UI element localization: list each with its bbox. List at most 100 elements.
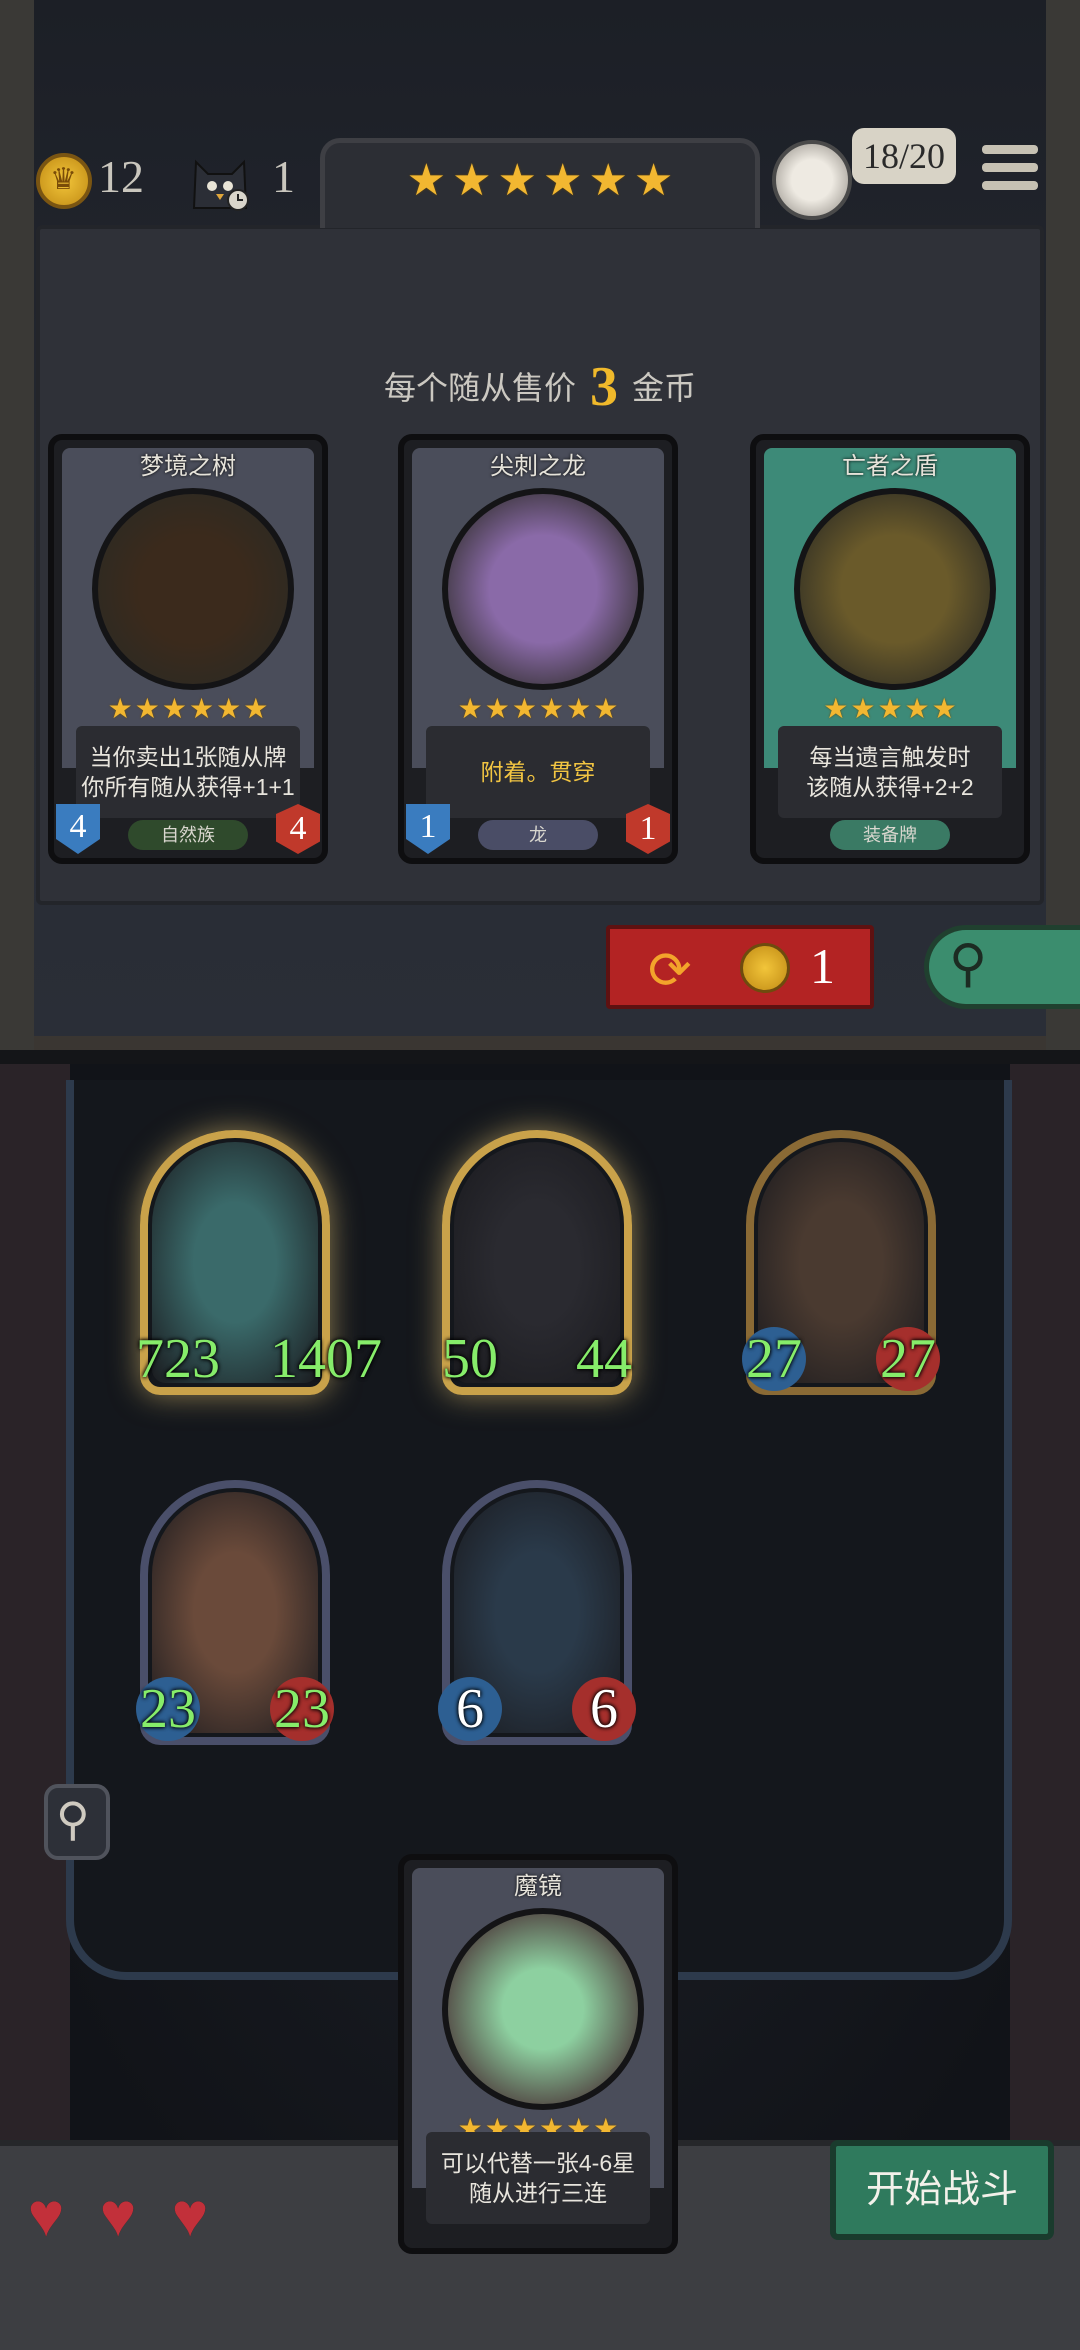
board-minion[interactable]: 50 44 [442,1130,632,1395]
card-name: 亡者之盾 [842,453,938,480]
card-tribe: 装备牌 [830,820,950,850]
card-tribe: 自然族 [128,820,248,850]
board-minion[interactable]: 66 [438,1480,636,1745]
card-health: 1 [626,804,670,854]
star-icon: ★ [593,693,619,724]
refresh-cost: 1 [810,938,835,994]
desc-line: 每当遗言触发时 [809,744,971,770]
board-search-button[interactable]: ⚲ [44,1784,110,1860]
card-stars: ★★★★★ [756,692,1024,725]
board-right-wall [1010,1064,1080,2294]
shop-search-button[interactable]: ⚲ [924,925,1080,1009]
left-rail [0,0,34,1050]
star-icon: ★ [452,156,492,205]
star-icon: ★ [877,693,903,724]
star-icon: ★ [539,693,565,724]
card-desc: 每当遗言触发时 该随从获得+2+2 [778,726,1002,818]
board-minion[interactable]: 23 23 [136,1480,334,1745]
sell-suffix: 金币 [632,370,697,406]
card-name: 魔镜 [514,1873,562,1900]
board-left-wall [0,1064,70,2294]
star-icon: ★ [904,693,930,724]
star-icon: ★ [588,156,628,205]
search-icon: ⚲ [949,935,988,993]
refresh-icon: ⟳ [648,942,692,1000]
minion-attack: 27 [742,1327,806,1391]
minion-attack: 6 [438,1677,502,1741]
card-tribe: 龙 [478,820,598,850]
sell-price: 3 [590,356,618,418]
star-icon: ★ [823,693,849,724]
minion-attack: 23 [136,1677,200,1741]
star-icon: ★ [457,693,483,724]
card-stars: ★★★★★★ [54,692,322,725]
population-bubble: 18/20 [852,128,956,184]
heart-icon: ♥ [171,2181,209,2250]
board-minion[interactable]: 27 27 [742,1130,940,1395]
star-icon: ★ [406,156,447,205]
star-icon: ★ [484,693,510,724]
turn-count: 1 [272,151,295,202]
star-icon: ★ [633,156,674,205]
coin-icon [740,943,790,993]
desc-line: 该随从获得+2+2 [806,774,974,800]
shop-card[interactable]: 梦境之树 ★★★★★★ 当你卖出1张随从牌 你所有随从获得+1+1 自然族 4 4 [48,434,328,864]
search-icon: ⚲ [56,1793,90,1845]
minion-attack: 723 [136,1328,220,1390]
start-battle-button[interactable]: 开始战斗 [830,2140,1054,2240]
minion-attack: 50 [442,1328,498,1390]
card-desc: 可以代替一张4-6星 随从进行三连 [426,2132,650,2224]
coin-icon [36,153,92,209]
heart-icon: ♥ [27,2181,65,2250]
minion-health: 44 [576,1328,632,1390]
desc-line: 随从进行三连 [469,2180,607,2206]
minion-health: 23 [270,1677,334,1741]
desc-line: 你所有随从获得+1+1 [81,774,295,800]
card-desc: 当你卖出1张随从牌 你所有随从获得+1+1 [76,726,300,818]
desc-line: 附着。贯穿 [480,759,596,785]
card-name: 梦境之树 [140,453,236,480]
board-minion[interactable]: 723 1407 [136,1130,382,1395]
desc-line: 当你卖出1张随从牌 [89,744,287,770]
sell-prefix: 每个随从售价 [383,370,576,406]
avatar[interactable] [772,140,852,220]
star-icon: ★ [216,693,242,724]
menu-icon [982,145,1038,154]
card-art [92,488,294,690]
star-icon: ★ [543,156,583,205]
star-icon: ★ [107,693,133,724]
star-icon: ★ [134,693,160,724]
cat-clock-icon [192,159,249,211]
card-stars: ★★★★★★ [404,692,672,725]
card-art [442,488,644,690]
star-icon: ★ [161,693,187,724]
shop-card[interactable]: 尖刺之龙 ★★★★★★ 附着。贯穿龙 1 1 [398,434,678,864]
sell-price-line: 每个随从售价 3 金币 [0,355,1080,419]
card-attack: 4 [56,804,100,854]
star-icon: ★ [931,693,957,724]
heart-icon: ♥ [99,2181,137,2250]
magic-mirror-art [442,1908,644,2110]
menu-button[interactable] [982,145,1038,197]
star-icon: ★ [497,156,537,205]
shop-card[interactable]: 亡者之盾 ★★★★★ 每当遗言触发时 该随从获得+2+2 装备牌 [750,434,1030,864]
star-icon: ★ [243,693,269,724]
card-health: 4 [276,804,320,854]
minion-health: 1407 [270,1328,382,1390]
star-icon: ★ [511,693,537,724]
tier-stars: ★ ★ ★ ★ ★ ★ [325,155,755,206]
refresh-button[interactable]: ⟳ 1 [606,925,874,1009]
star-icon: ★ [566,693,592,724]
gold-count: 12 [98,151,144,202]
tier-tab: ★ ★ ★ ★ ★ ★ [320,138,760,228]
card-name: 尖刺之龙 [490,453,586,480]
star-icon: ★ [850,693,876,724]
minion-health: 6 [572,1677,636,1741]
right-rail [1046,0,1080,1050]
hand-card[interactable]: 魔镜 ★★★★★★ 可以代替一张4-6星 随从进行三连 [398,1854,678,2254]
desc-line: 可以代替一张4-6星 [440,2150,636,2176]
card-desc: 附着。贯穿 [426,726,650,818]
card-art [794,488,996,690]
card-attack: 1 [406,804,450,854]
minion-health: 27 [876,1327,940,1391]
